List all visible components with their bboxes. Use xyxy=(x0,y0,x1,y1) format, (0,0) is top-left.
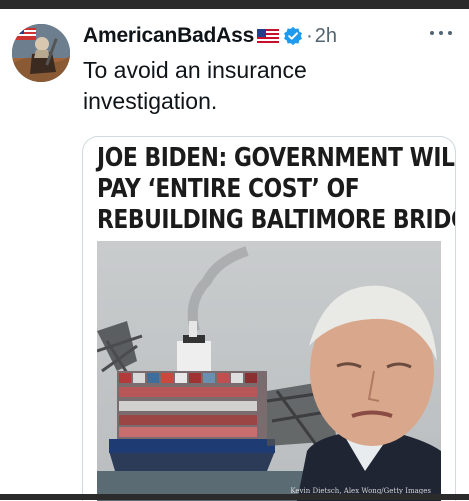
avatar-illustration xyxy=(12,24,70,82)
news-photo: Kevin Dietsch, Alex Wong/Getty Images xyxy=(97,241,441,501)
tweet-text: To avoid an insurance investigation. xyxy=(83,57,307,114)
card-headline: JOE BIDEN: GOVERNMENT WILL PAY ‘ENTIRE C… xyxy=(97,143,456,236)
verified-badge-icon xyxy=(284,26,303,46)
tweet-header: AmericanBadAss · 2h xyxy=(83,22,337,50)
avatar[interactable] xyxy=(12,24,70,82)
bottom-bar xyxy=(0,494,469,500)
author-name[interactable]: AmericanBadAss xyxy=(83,24,254,48)
top-bar xyxy=(0,0,469,9)
separator: · xyxy=(306,24,313,47)
more-options-icon[interactable] xyxy=(428,28,454,38)
us-flag-icon xyxy=(257,29,280,43)
timestamp[interactable]: 2h xyxy=(315,25,337,48)
headline-line: PAY ‘ENTIRE COST’ OF xyxy=(97,174,360,204)
headline-line: JOE BIDEN: GOVERNMENT WILL xyxy=(97,143,456,173)
headline-line: REBUILDING BALTIMORE BRIDGE xyxy=(97,205,456,235)
media-card[interactable]: JOE BIDEN: GOVERNMENT WILL PAY ‘ENTIRE C… xyxy=(82,136,456,501)
photo-illustration xyxy=(97,241,441,501)
